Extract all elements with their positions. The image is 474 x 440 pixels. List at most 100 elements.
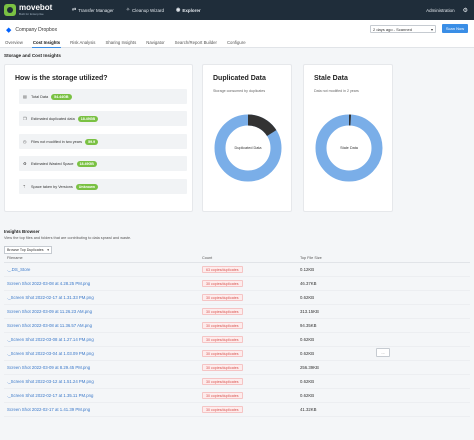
file-name-link[interactable]: ._Screen Shot 2022-03-12 at 1.51.24 PM.p…	[7, 379, 94, 384]
duplicate-count-badge: 30 copies/duplicates	[202, 406, 243, 413]
duplicated-data-card: Duplicated Data Storage consumed by dupl…	[202, 64, 292, 212]
account-selector[interactable]: ◆ Company Dropbox	[6, 26, 57, 34]
tab-bar: Overview Cost Insights Risk Analysis Sha…	[4, 39, 255, 48]
nav-label: Explorer	[182, 7, 201, 13]
file-name-link[interactable]: Screen Shot 2022-03-08 at 11.36.57 AM.pn…	[7, 323, 92, 328]
nav-label: Cleanup Wizard	[132, 7, 165, 13]
tab-navigator[interactable]: Navigator	[145, 39, 165, 48]
file-name-link[interactable]: Screen Shot 2022-03-09 at 8.29.45 PM.png	[7, 365, 90, 370]
scan-select-value: 2 days ago - Scanned	[373, 26, 412, 32]
tab-overview[interactable]: Overview	[4, 39, 24, 48]
table-row[interactable]: Screen Shot 2022-03-09 at 11.26.23 AM.pn…	[4, 305, 470, 319]
scan-select[interactable]: 2 days ago - Scanned ▾	[370, 25, 436, 33]
browse-type-value: Browse Top Duplicates	[7, 248, 44, 252]
chevron-down-icon: ▾	[47, 248, 49, 252]
file-name-link[interactable]: ._Screen Shot 2022-03-08 at 1.27.14 PM.p…	[7, 337, 94, 342]
stale-donut-chart: Stale Data	[314, 113, 384, 188]
duplicated-card-title: Duplicated Data	[213, 75, 266, 82]
nav-transfer-manager[interactable]: ⇄ Transfer Manager	[72, 7, 114, 13]
dropbox-icon: ◆	[6, 27, 12, 34]
stale-card-subtitle: Data not modified in 2 years	[314, 89, 359, 93]
table-row[interactable]: ._Screen Shot 2022-02-17 at 1.31.33 PM.p…	[4, 291, 470, 305]
stat-value-badge: Unknown	[75, 183, 98, 190]
top-navigation-bar: movebot Built for Enterprise ⇄ Transfer …	[0, 0, 474, 20]
stat-label: Estimated duplicated data	[31, 116, 75, 121]
table-row[interactable]: Screen Shot 2022-03-09 at 8.29.45 PM.png…	[4, 361, 470, 375]
scan-now-button[interactable]: Scan Now	[442, 24, 468, 33]
database-icon: ▤	[23, 94, 27, 99]
duplicate-count-badge: 63 copies/duplicates	[202, 266, 243, 273]
table-row[interactable]: Screen Shot 2022-03-08 at 4.28.25 PM.png…	[4, 277, 470, 291]
browse-type-select[interactable]: Browse Top Duplicates ▾	[4, 246, 52, 254]
logo-name: movebot	[19, 3, 53, 12]
movebot-logo[interactable]: movebot Built for Enterprise	[4, 4, 60, 16]
logo-tagline: Built for Enterprise	[19, 12, 44, 16]
section-title: Storage and Cost Insights	[4, 53, 61, 58]
administration-link[interactable]: Administration	[426, 8, 455, 13]
file-size: 256.39KB	[300, 365, 319, 370]
more-options-button[interactable]: ...	[376, 348, 390, 357]
compass-icon: ◉	[176, 7, 181, 13]
movebot-logo-icon	[4, 4, 16, 16]
column-header-filename[interactable]: Filename	[7, 256, 23, 260]
file-size: 41.32KB	[300, 407, 317, 412]
duplicate-count-badge: 30 copies/duplicates	[202, 364, 243, 371]
duplicated-donut-chart: Duplicated Data	[213, 113, 283, 188]
file-size: 0.62KB	[300, 351, 315, 356]
file-name-link[interactable]: Screen Shot 2022-03-08 at 4.28.25 PM.png	[7, 281, 90, 286]
file-name-link[interactable]: ._Screen Shot 2022-02-17 at 1.35.11 PM.p…	[7, 393, 93, 398]
stat-duplicated-data: ❐ Estimated duplicated data 18.49GB	[19, 111, 187, 126]
stat-versions-space: ᛘ Space taken by Versions Unknown	[19, 179, 187, 194]
tab-risk-analysis[interactable]: Risk Analysis	[69, 39, 96, 48]
file-size: 46.37KB	[300, 281, 317, 286]
account-header: ◆ Company Dropbox 2 days ago - Scanned ▾…	[0, 20, 474, 48]
storage-utilization-card: How is the storage utilized? ▤ Total Dat…	[4, 64, 193, 212]
copy-icon: ❐	[23, 116, 27, 121]
chevron-down-icon: ▾	[430, 26, 433, 32]
table-row[interactable]: ._Screen Shot 2022-03-12 at 1.51.24 PM.p…	[4, 375, 470, 389]
stat-value-badge: 18.49GB	[77, 115, 99, 122]
column-header-size[interactable]: Top File Size	[300, 256, 322, 260]
file-size: 313.15KB	[300, 309, 319, 314]
column-header-count[interactable]: Count	[202, 256, 212, 260]
stat-value-badge: 18.49GB	[76, 160, 97, 167]
tab-cost-insights[interactable]: Cost Insights	[31, 39, 62, 48]
tab-configure[interactable]: Configure	[226, 39, 247, 48]
file-name-link[interactable]: Screen Shot 2022-02-17 at 1.41.39 PM.png	[7, 407, 90, 412]
stat-value-badge: 59.9	[85, 138, 99, 145]
stale-card-title: Stale Data	[314, 75, 348, 82]
stat-label: Estimated Wasted Space	[31, 161, 74, 166]
file-size: 94.35KB	[300, 323, 317, 328]
file-name-link[interactable]: ._Screen Shot 2022-03-04 at 1.03.09 PM.p…	[7, 351, 94, 356]
table-row[interactable]: ._Screen Shot 2022-02-17 at 1.35.11 PM.p…	[4, 389, 470, 403]
donut-center-label: Stale Data	[340, 146, 358, 150]
file-name-link[interactable]: ._.DS_Store	[7, 267, 30, 272]
nav-cleanup-wizard[interactable]: ✧ Cleanup Wizard	[126, 7, 164, 13]
table-row[interactable]: ._Screen Shot 2022-03-04 at 1.03.09 PM.p…	[4, 347, 470, 361]
table-row[interactable]: ._.DS_Store 63 copies/duplicates 0.12KB	[4, 263, 470, 277]
donut-center-label: Duplicated Data	[234, 146, 262, 150]
file-size: 0.62KB	[300, 393, 315, 398]
tab-search-report-builder[interactable]: Search/Report Builder	[174, 39, 218, 48]
table-row[interactable]: Screen Shot 2022-02-17 at 1.41.39 PM.png…	[4, 403, 470, 417]
tab-sharing-insights[interactable]: Sharing Insights	[104, 39, 137, 48]
duplicate-count-badge: 30 copies/duplicates	[202, 294, 243, 301]
file-name-link[interactable]: ._Screen Shot 2022-02-17 at 1.31.33 PM.p…	[7, 295, 94, 300]
account-name: Company Dropbox	[15, 27, 58, 33]
file-name-link[interactable]: Screen Shot 2022-03-09 at 11.26.23 AM.pn…	[7, 309, 92, 314]
wand-icon: ✧	[125, 7, 131, 13]
duplicate-count-badge: 30 copies/duplicates	[202, 350, 243, 357]
gear-icon[interactable]: ⚙	[463, 7, 468, 14]
duplicate-count-badge: 30 copies/duplicates	[202, 322, 243, 329]
nav-explorer[interactable]: ◉ Explorer	[176, 7, 201, 13]
duplicated-card-subtitle: Storage consumed by duplicates	[213, 89, 266, 93]
insights-browser-subtitle: View the top files and folders that are …	[4, 236, 132, 240]
stat-label: Files not modified in two years	[31, 139, 83, 144]
stale-data-card: Stale Data Data not modified in 2 years …	[303, 64, 393, 212]
table-row[interactable]: ._Screen Shot 2022-03-08 at 1.27.14 PM.p…	[4, 333, 470, 347]
stat-value-badge: 54.44GB	[51, 93, 72, 100]
duplicate-count-badge: 30 copies/duplicates	[202, 378, 243, 385]
table-row[interactable]: Screen Shot 2022-03-08 at 11.36.57 AM.pn…	[4, 319, 470, 333]
file-size: 0.62KB	[300, 379, 315, 384]
duplicate-count-badge: 30 copies/duplicates	[202, 308, 243, 315]
